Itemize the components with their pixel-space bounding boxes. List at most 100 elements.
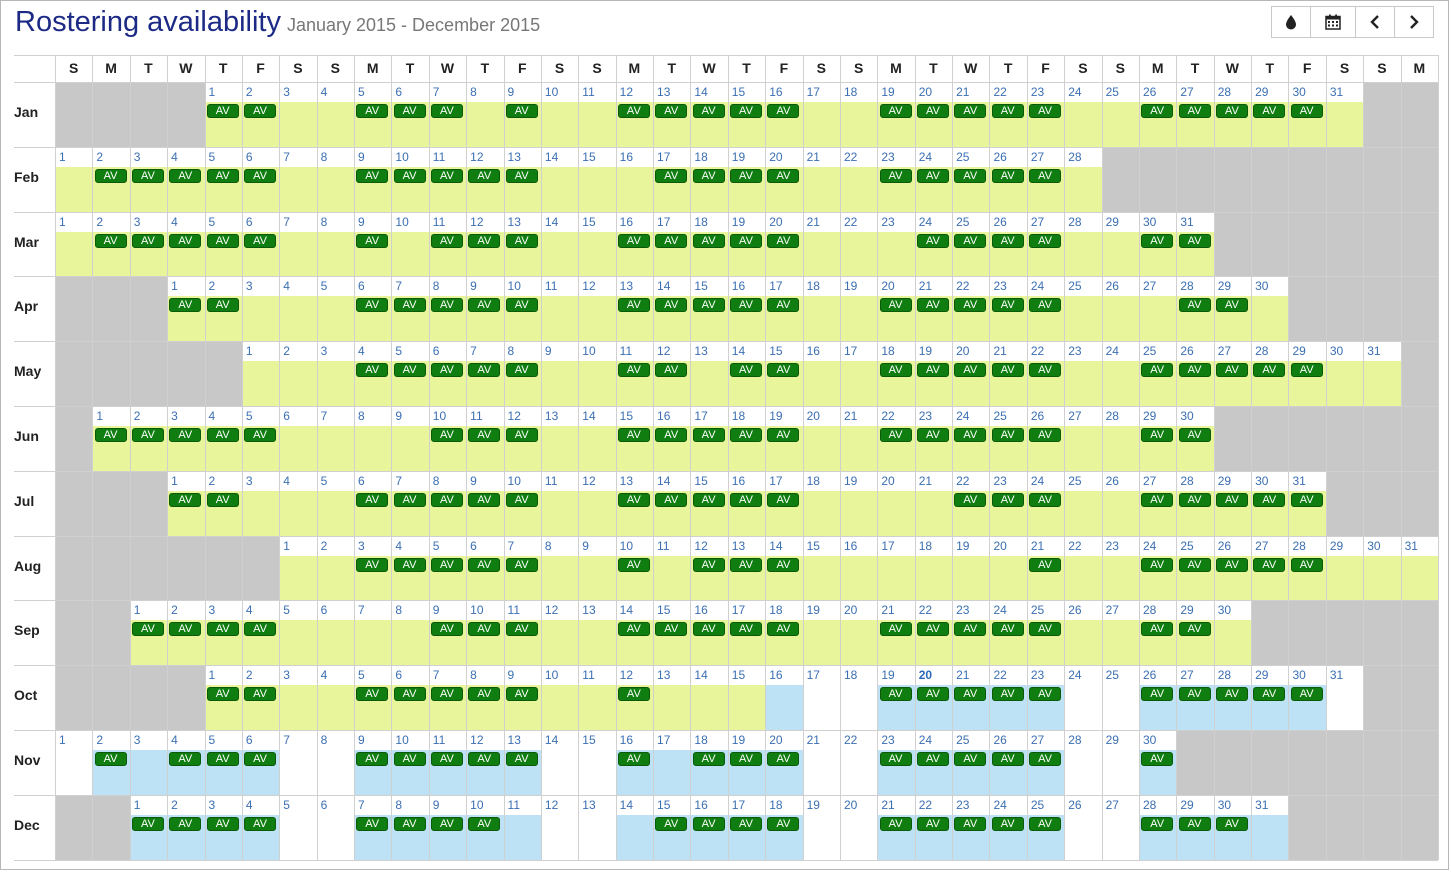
day-cell[interactable]: 25 AV (989, 406, 1028, 472)
day-cell[interactable]: 17 (802, 665, 841, 731)
day-cell[interactable]: 4 AV (167, 730, 205, 796)
day-cell[interactable]: 31 (1325, 82, 1364, 148)
availability-badge[interactable]: AV (954, 622, 987, 637)
day-cell[interactable]: 19 AV (877, 665, 916, 731)
day-cell[interactable]: 17 AV (727, 600, 766, 666)
day-cell[interactable]: 12 AV (466, 730, 505, 796)
availability-badge[interactable]: AV (991, 298, 1024, 313)
availability-badge[interactable]: AV (879, 687, 912, 702)
availability-badge[interactable]: AV (767, 168, 800, 183)
day-cell[interactable]: 23 AV (952, 794, 990, 861)
day-cell[interactable]: 7 AV (428, 82, 467, 148)
day-cell[interactable]: 1 AV (167, 276, 205, 342)
day-cell[interactable]: 26 AV (1026, 406, 1065, 472)
availability-badge[interactable]: AV (1290, 687, 1323, 702)
availability-badge[interactable]: AV (356, 168, 389, 183)
day-cell[interactable]: 3 AV (204, 600, 243, 666)
availability-badge[interactable]: AV (1141, 233, 1174, 248)
availability-badge[interactable]: AV (1178, 104, 1211, 118)
day-cell[interactable]: 20 AV (765, 211, 804, 277)
availability-badge[interactable]: AV (692, 168, 725, 183)
availability-badge[interactable]: AV (767, 557, 800, 572)
availability-badge[interactable]: AV (1141, 816, 1174, 831)
availability-badge[interactable]: AV (729, 816, 762, 831)
availability-badge[interactable]: AV (169, 428, 202, 442)
availability-badge[interactable]: AV (1141, 622, 1174, 637)
availability-badge[interactable]: AV (468, 298, 501, 313)
day-cell[interactable]: 29 (1101, 211, 1140, 277)
availability-badge[interactable]: AV (468, 622, 501, 637)
day-cell[interactable]: 1 (55, 146, 93, 213)
day-cell[interactable]: 1 AV (129, 600, 168, 666)
day-cell[interactable]: 7 (279, 730, 318, 796)
day-cell[interactable]: 22 AV (1026, 341, 1065, 407)
availability-badge[interactable]: AV (1215, 492, 1248, 507)
day-cell[interactable]: 29 AV (1176, 600, 1215, 666)
day-cell[interactable]: 8 AV (391, 794, 430, 861)
day-cell[interactable]: 1 AV (204, 82, 243, 148)
day-cell[interactable]: 20 AV (914, 82, 953, 148)
availability-badge[interactable]: AV (1029, 168, 1062, 183)
day-cell[interactable]: 30 (1251, 276, 1289, 342)
day-cell[interactable]: 17 AV (653, 211, 691, 277)
day-cell[interactable]: 2 AV (167, 600, 205, 666)
day-cell[interactable]: 27 AV (1026, 211, 1065, 277)
availability-badge[interactable]: AV (393, 752, 426, 766)
day-cell[interactable]: 20 AV (914, 665, 953, 731)
day-cell[interactable]: 29 AV (1138, 406, 1177, 472)
availability-badge[interactable]: AV (468, 428, 501, 442)
availability-badge[interactable]: AV (1178, 557, 1211, 572)
availability-badge[interactable]: AV (879, 428, 912, 442)
availability-badge[interactable]: AV (916, 363, 949, 378)
day-cell[interactable]: 9 AV (354, 730, 392, 796)
day-cell[interactable]: 24 AV (914, 146, 953, 213)
availability-badge[interactable]: AV (954, 816, 987, 831)
day-cell[interactable]: 11 (653, 535, 691, 601)
day-cell[interactable]: 23 (1101, 535, 1140, 601)
day-cell[interactable]: 10 AV (503, 276, 542, 342)
availability-badge[interactable]: AV (617, 298, 650, 313)
availability-badge[interactable]: AV (244, 752, 277, 766)
availability-badge[interactable]: AV (1141, 557, 1174, 572)
day-cell[interactable]: 4 AV (167, 211, 205, 277)
availability-badge[interactable]: AV (692, 752, 725, 766)
day-cell[interactable]: 23 AV (989, 276, 1028, 342)
availability-badge[interactable]: AV (468, 492, 501, 507)
day-cell[interactable]: 12 AV (615, 82, 654, 148)
day-cell[interactable]: 15 AV (653, 600, 691, 666)
availability-badge[interactable]: AV (468, 363, 501, 378)
availability-badge[interactable]: AV (692, 428, 725, 442)
day-cell[interactable]: 13 AV (503, 730, 542, 796)
day-cell[interactable]: 13 (578, 600, 617, 666)
day-cell[interactable]: 14 (540, 146, 579, 213)
day-cell[interactable]: 28 AV (1288, 535, 1327, 601)
day-cell[interactable]: 15 (578, 211, 617, 277)
availability-badge[interactable]: AV (1029, 298, 1062, 313)
day-cell[interactable]: 13 AV (653, 82, 691, 148)
availability-badge[interactable]: AV (1178, 298, 1211, 313)
day-cell[interactable]: 11 AV (615, 341, 654, 407)
day-cell[interactable]: 9 (578, 535, 617, 601)
day-cell[interactable]: 15 AV (765, 341, 804, 407)
availability-badge[interactable]: AV (991, 492, 1024, 507)
availability-badge[interactable]: AV (505, 622, 538, 637)
availability-badge[interactable]: AV (430, 168, 463, 183)
day-cell[interactable]: 14 AV (653, 470, 691, 537)
day-cell[interactable]: 15 (727, 665, 766, 731)
day-cell[interactable]: 9 (540, 341, 579, 407)
availability-badge[interactable]: AV (430, 298, 463, 313)
day-cell[interactable]: 2 AV (241, 82, 280, 148)
day-cell[interactable]: 2 AV (204, 276, 243, 342)
availability-badge[interactable]: AV (1141, 363, 1174, 378)
day-cell[interactable]: 28 AV (1138, 600, 1177, 666)
day-cell[interactable]: 20 AV (877, 276, 916, 342)
day-cell[interactable]: 4 AV (167, 146, 205, 213)
day-cell[interactable]: 1 (241, 341, 280, 407)
availability-badge[interactable]: AV (505, 168, 538, 183)
availability-badge[interactable]: AV (991, 687, 1024, 702)
availability-badge[interactable]: AV (1178, 816, 1211, 831)
day-cell[interactable]: 28 AV (1251, 341, 1289, 407)
day-cell[interactable]: 31 (1400, 535, 1439, 601)
availability-badge[interactable]: AV (1253, 104, 1286, 118)
day-cell[interactable]: 27 AV (1176, 665, 1215, 731)
